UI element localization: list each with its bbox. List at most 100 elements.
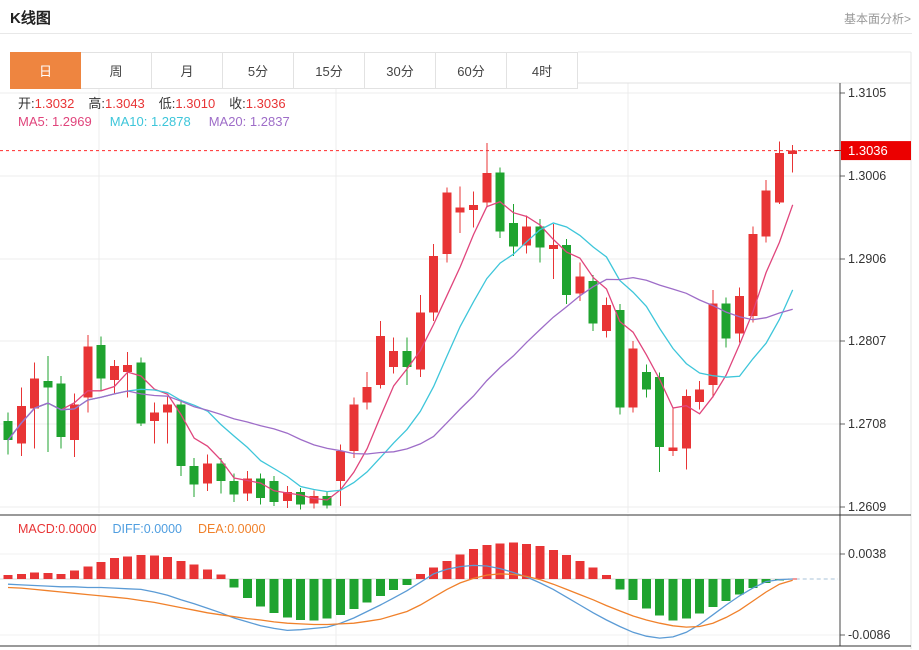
candle-body [549,245,558,249]
candle-body [83,347,92,398]
candle-body [522,227,531,246]
open-readout: 开:1.3032 [18,93,74,112]
candle-body [389,351,398,367]
candle-body [363,387,372,403]
price-axis-label: 1.3105 [848,86,886,100]
macd-hist-bar [482,545,491,579]
tab-week[interactable]: 周 [81,52,152,89]
candle-body [442,192,451,254]
high-readout: 高:1.3043 [88,93,144,112]
tab-5min[interactable]: 5分 [223,52,294,89]
macd-hist-bar [230,579,239,587]
candle-body [336,451,345,481]
candle-body [4,421,13,440]
macd-hist-bar [589,567,598,579]
candle-body [296,492,305,505]
candle-body [695,389,704,402]
tab-60min[interactable]: 60分 [436,52,507,89]
macd-hist-bar [17,574,26,579]
macd-hist-bar [123,556,132,579]
candle-body [256,479,265,498]
macd-hist-bar [43,573,52,579]
macd-hist-bar [669,579,678,621]
macd-hist-bar [4,575,13,579]
fundamental-analysis-link[interactable]: 基本面分析> [844,10,911,27]
candle-body [30,378,39,408]
candle-body [575,277,584,294]
macd-hist-bar [296,579,305,620]
close-readout: 收:1.3036 [229,93,285,112]
candle-body [602,305,611,331]
candle-body [682,396,691,449]
macd-hist-bar [270,579,279,613]
macd-hist-bar [283,579,292,617]
macd-hist-bar [522,544,531,579]
macd-hist-bar [163,557,172,579]
ma5-readout: MA5: 1.2969 [18,114,92,129]
macd-hist-bar [403,579,412,585]
candle-body [203,464,212,484]
macd-hist-bar [549,550,558,579]
macd-hist-bar [323,579,332,619]
macd-hist-bar [389,579,398,590]
candle-body [456,207,465,212]
candle-body [230,481,239,494]
macd-hist-bar [695,579,704,613]
candle-body [735,296,744,334]
macd-hist-bar [708,579,717,607]
macd-readout: MACD:0.0000 DIFF:0.0000 DEA:0.0000 [18,522,281,536]
candle-body [642,372,651,390]
candle-body [163,404,172,412]
candle-body [722,303,731,338]
ma-readout: MA5: 1.2969 MA10: 1.2878 MA20: 1.2837 [18,114,308,129]
period-tab-bar: 日 周 月 5分 15分 30分 60分 4时 [10,52,578,89]
tab-4hour[interactable]: 4时 [507,52,578,89]
ma20-readout: MA20: 1.2837 [209,114,290,129]
macd-hist-bar [602,575,611,579]
macd-hist-bar [642,579,651,608]
low-readout: 低:1.3010 [159,93,215,112]
candle-body [123,365,132,372]
macd-hist-bar [30,573,39,580]
macd-hist-bar [722,579,731,601]
macd-hist-bar [416,574,425,579]
macd-hist-bar [83,567,92,579]
macd-hist-bar [57,574,66,579]
macd-hist-bar [243,579,252,598]
candle-body [216,464,225,482]
price-axis-label: 1.2609 [848,500,886,514]
candle-body [150,413,159,421]
header-divider [0,33,912,34]
macd-hist-bar [336,579,345,615]
macd-axis-label: -0.0086 [848,628,890,642]
candle-body [110,366,119,380]
macd-hist-bar [190,565,199,579]
ma10-line [8,223,793,492]
candle-body [17,406,26,444]
tab-day[interactable]: 日 [10,52,81,89]
candle-body [43,381,52,388]
candle-body [416,313,425,370]
kline-widget: 1.31051.30061.29061.28071.27081.26090.00… [0,0,919,650]
macd-hist-bar [615,579,624,589]
page-title: K线图 [10,7,51,28]
macd-hist-bar [150,556,159,579]
candle-body [97,345,106,378]
tab-15min[interactable]: 15分 [294,52,365,89]
candle-body [482,173,491,202]
macd-hist-bar [137,555,146,579]
price-axis-label: 1.3006 [848,169,886,183]
price-axis-label: 1.2708 [848,417,886,431]
macd-hist-bar [309,579,318,621]
candle-body [190,466,199,484]
candle-body [775,153,784,202]
tab-month[interactable]: 月 [152,52,223,89]
ma10-readout: MA10: 1.2878 [110,114,191,129]
macd-value-readout: MACD:0.0000 [18,522,97,536]
macd-hist-bar [363,579,372,602]
candle-body [469,205,478,210]
candle-body [708,303,717,385]
diff-value-readout: DIFF:0.0000 [113,522,182,536]
macd-hist-bar [110,558,119,579]
tab-30min[interactable]: 30分 [365,52,436,89]
